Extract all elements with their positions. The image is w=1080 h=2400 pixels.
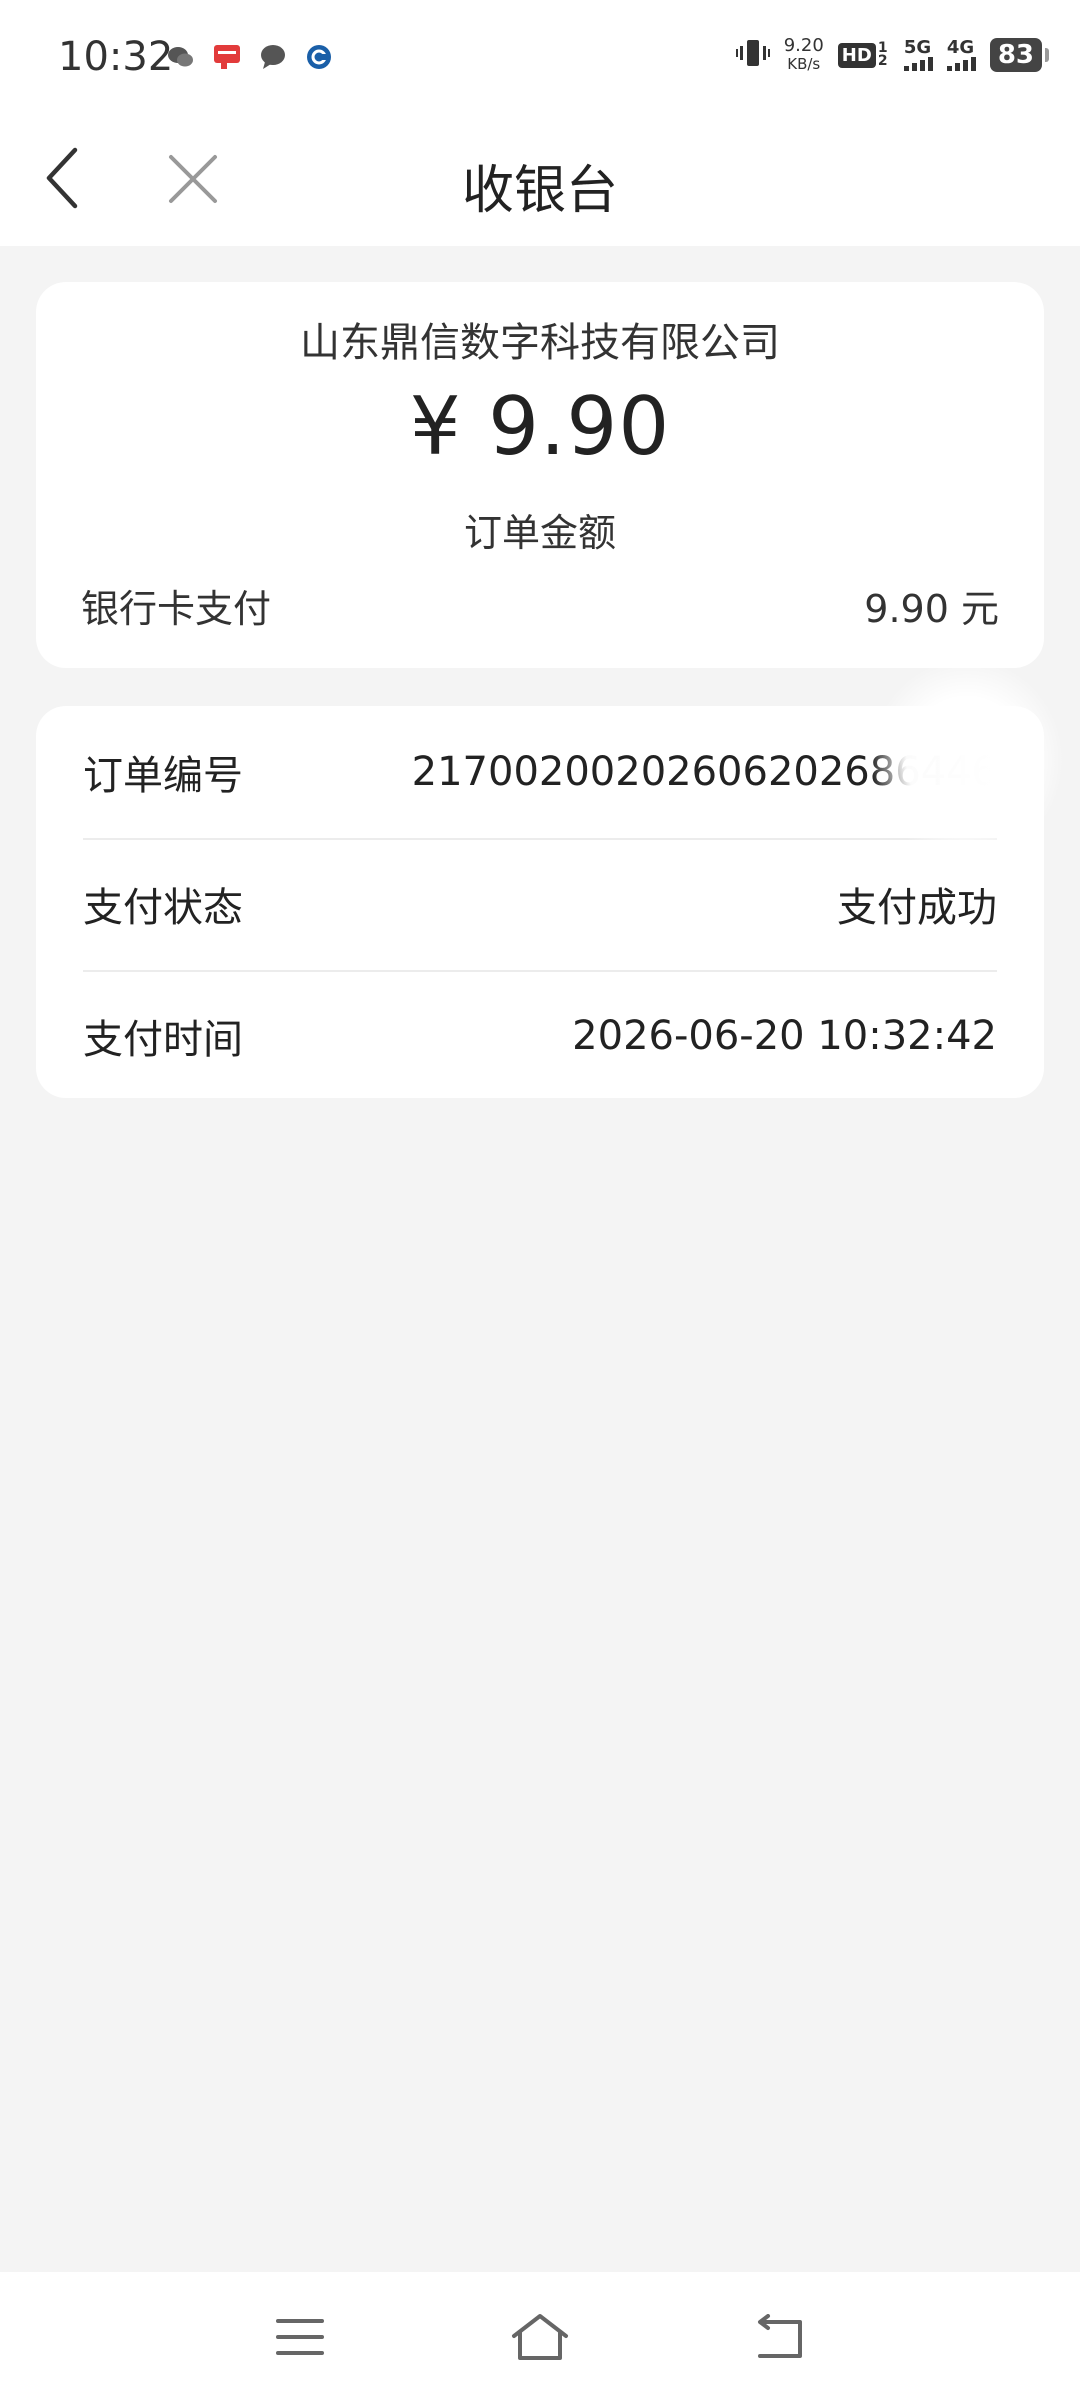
battery-indicator: 83 — [989, 38, 1050, 72]
order-number-row: 订单编号 21700200202606202686446 — [83, 706, 997, 838]
status-bar: 10:32 9.20 KB/s HD 1 2 5G 4G 83 — [0, 0, 1080, 110]
sim2-signal: 4G — [946, 37, 976, 71]
status-time: 10:32 — [58, 34, 174, 80]
system-back-button[interactable] — [745, 2302, 815, 2372]
network-speed-unit: KB/s — [787, 55, 821, 73]
payment-method-amount: 9.90 元 — [864, 587, 999, 631]
news-app-icon — [212, 42, 242, 72]
payment-summary-card: 山东鼎信数字科技有限公司 ¥ 9.90 订单金额 银行卡支付 9.90 元 — [36, 282, 1044, 668]
order-amount: ¥ 9.90 — [409, 380, 671, 473]
network-speed: 9.20 KB/s — [784, 36, 824, 74]
hd-sub: 1 2 — [877, 40, 888, 69]
system-navigation-bar — [0, 2272, 1080, 2400]
sim1-signal: 5G — [903, 37, 933, 71]
wechat-icon — [166, 42, 196, 72]
vibrate-icon — [735, 38, 770, 73]
payment-time-row: 支付时间 2026-06-20 10:32:42 — [83, 970, 997, 1102]
payment-time-label: 支付时间 — [83, 1017, 243, 1063]
recent-apps-button[interactable] — [265, 2302, 335, 2372]
home-button[interactable] — [505, 2302, 575, 2372]
notification-icons — [166, 42, 334, 72]
sim2-type: 4G — [946, 37, 975, 58]
status-indicators: 9.20 KB/s HD 1 2 5G 4G 83 — [735, 36, 1050, 74]
merchant-name: 山东鼎信数字科技有限公司 — [300, 320, 780, 366]
screen: 10:32 9.20 KB/s HD 1 2 5G 4G 83 收银台 山东鼎信… — [0, 0, 1080, 2400]
payment-method-row: 银行卡支付 9.90 元 — [81, 578, 999, 633]
payment-method-label: 银行卡支付 — [81, 587, 272, 631]
order-amount-label: 订单金额 — [463, 511, 616, 555]
order-number-value: 21700200202606202686446 — [411, 749, 997, 795]
signal-bars-icon — [903, 57, 933, 71]
home-icon — [512, 2314, 568, 2360]
hd-badge: HD — [837, 42, 876, 68]
signal-bars-icon — [946, 57, 976, 71]
page-title: 收银台 — [461, 161, 618, 221]
return-icon — [758, 2314, 802, 2358]
menu-icon — [276, 2319, 324, 2355]
payment-time-value: 2026-06-20 10:32:42 — [572, 1013, 997, 1059]
network-speed-value: 9.20 — [783, 35, 824, 56]
sim1-type: 5G — [903, 37, 932, 58]
hd-indicator: HD 1 2 — [837, 40, 890, 69]
order-detail-card: 订单编号 21700200202606202686446 支付状态 支付成功 支… — [36, 706, 1044, 1098]
bank-app-icon — [304, 42, 334, 72]
payment-status-label: 支付状态 — [83, 885, 243, 931]
payment-status-row: 支付状态 支付成功 — [83, 838, 997, 970]
payment-status-value: 支付成功 — [837, 885, 997, 931]
nav-bar: 收银台 — [0, 110, 1080, 246]
message-icon — [258, 42, 288, 72]
order-number-label: 订单编号 — [83, 753, 243, 799]
